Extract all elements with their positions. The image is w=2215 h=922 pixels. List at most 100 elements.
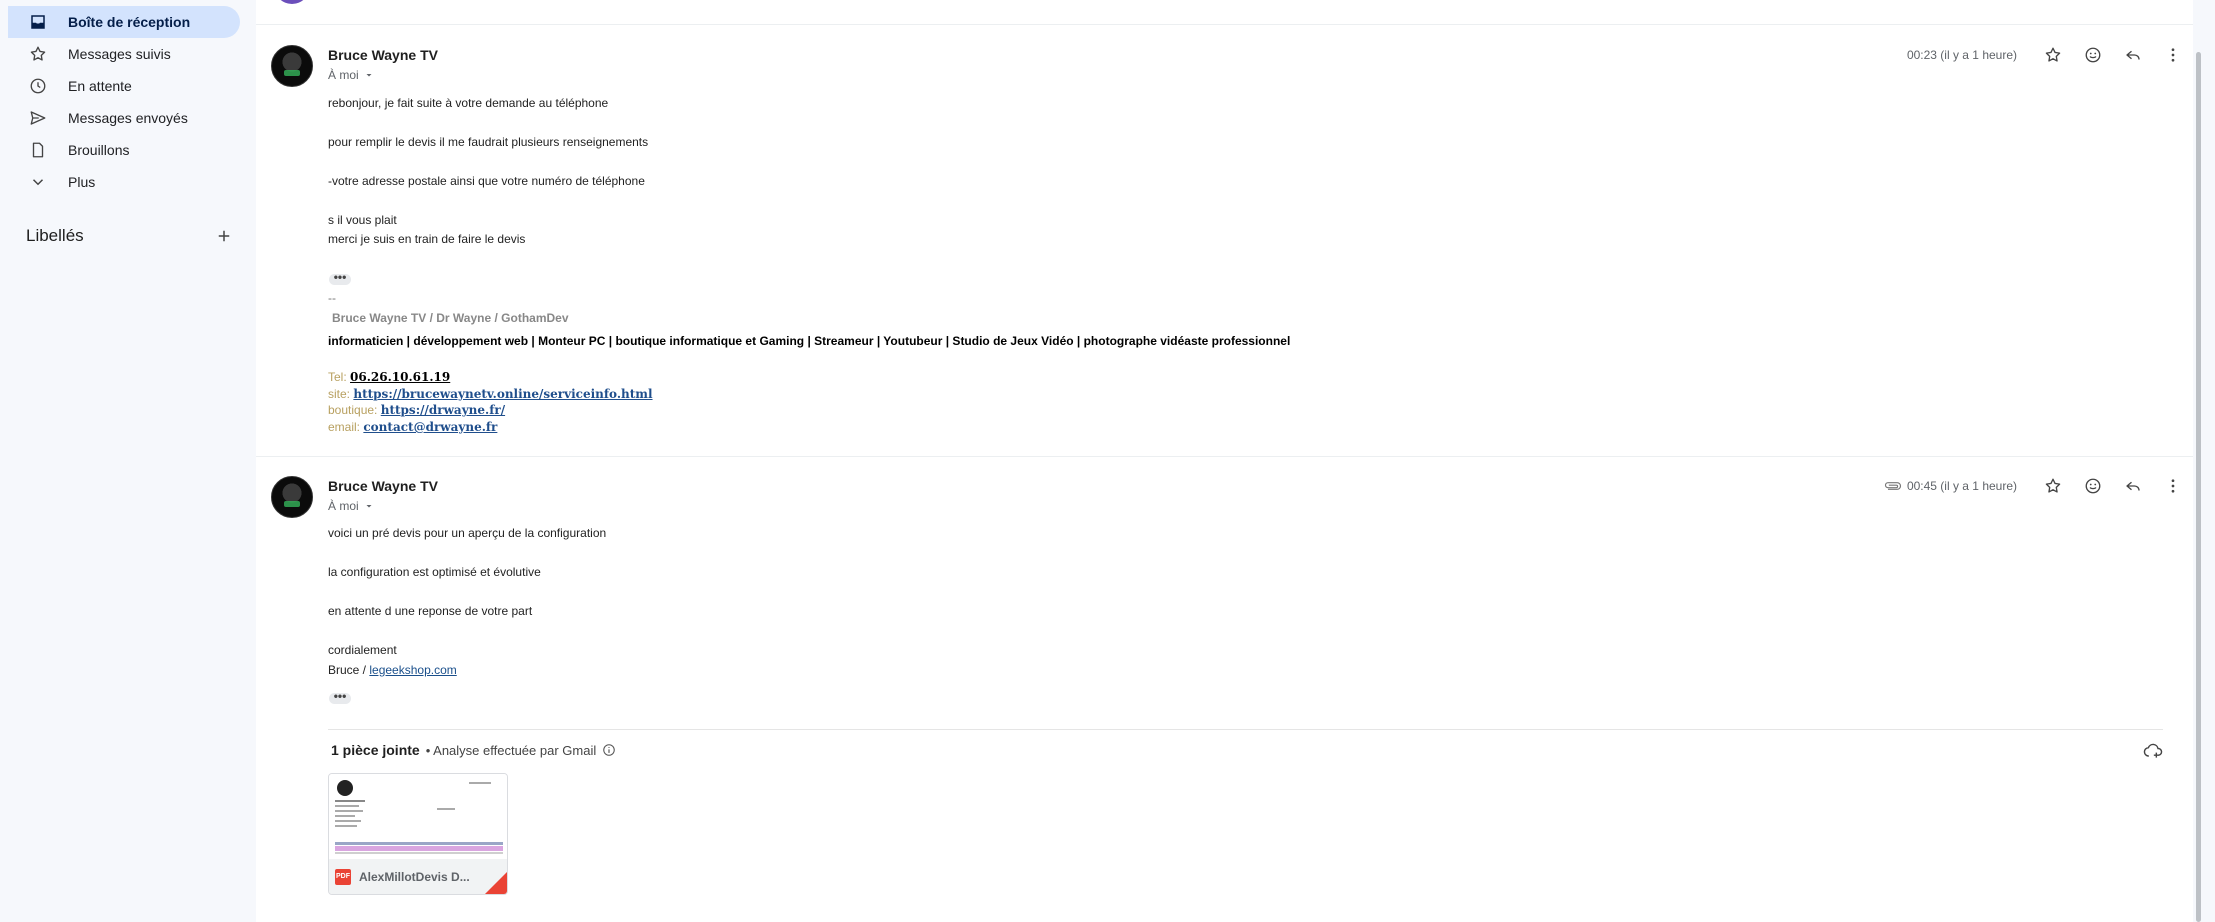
attachment-thumbnail: [329, 774, 507, 859]
recipient-label: À moi: [328, 68, 359, 82]
sidebar-item-label: Brouillons: [68, 142, 130, 158]
save-to-drive-button[interactable]: [2141, 739, 2165, 763]
attachment-count: 1 pièce jointe: [331, 742, 420, 758]
site-link[interactable]: https://brucewaynetv.online/serviceinfo.…: [353, 387, 652, 401]
body-line-signoff: Bruce / legeekshop.com: [328, 663, 457, 677]
body-line: la configuration est optimisé et évoluti…: [328, 565, 541, 579]
labels-title: Libellés: [26, 226, 84, 245]
shop-label: boutique:: [328, 403, 378, 417]
signature-email-row: email: contact@drwayne.fr: [328, 420, 497, 434]
reply-button[interactable]: [2113, 472, 2153, 500]
plus-icon: [218, 230, 230, 242]
chevron-down-icon: [366, 505, 372, 508]
page-fold-decoration: [485, 872, 507, 894]
chevron-down-icon: [28, 172, 48, 192]
signature-dash: --: [328, 291, 336, 305]
sidebar-item-label: Messages envoyés: [68, 110, 188, 126]
signature-site-row: site: https://brucewaynetv.online/servic…: [328, 387, 653, 401]
sidebar-item-more[interactable]: Plus: [8, 166, 240, 198]
more-vert-icon: [2171, 479, 2175, 493]
body-line: -votre adresse postale ainsi que votre n…: [328, 174, 645, 188]
show-trimmed-content-button[interactable]: •••: [329, 690, 351, 704]
star-icon: [28, 44, 48, 64]
sidebar-item-label: Boîte de réception: [68, 14, 191, 30]
more-options-button[interactable]: [2153, 472, 2193, 500]
emoji-reaction-button[interactable]: [2073, 472, 2113, 500]
reply-icon: [2126, 50, 2140, 60]
reply-button[interactable]: [2113, 41, 2153, 69]
body-line: merci je suis en train de faire le devis: [328, 232, 526, 246]
attachment-icon: [1883, 479, 1903, 493]
attachment-footer: PDF AlexMillotDevis D...: [329, 859, 507, 894]
tel-link[interactable]: 06.26.10.61.19: [350, 370, 450, 384]
sidebar-item-snoozed[interactable]: En attente: [8, 70, 240, 102]
recipient-label: À moi: [328, 499, 359, 513]
emoji-icon: [2085, 47, 2101, 63]
signature-name: Bruce Wayne TV / Dr Wayne / GothamDev: [332, 311, 569, 325]
attachment-filename: AlexMillotDevis D...: [359, 869, 470, 884]
inbox-icon: [28, 12, 48, 32]
star-button[interactable]: [2033, 41, 2073, 69]
signature-shop-row: boutique: https://drwayne.fr/: [328, 403, 505, 417]
scrollbar-thumb[interactable]: [2196, 52, 2201, 922]
body-line: s il vous plait: [328, 213, 397, 227]
star-button[interactable]: [2033, 472, 2073, 500]
star-icon: [2045, 478, 2061, 493]
draft-icon: [28, 140, 48, 160]
avatar: [271, 45, 313, 87]
sidebar-item-drafts[interactable]: Brouillons: [8, 134, 240, 166]
sender-name[interactable]: Bruce Wayne TV: [328, 478, 438, 494]
more-vert-icon: [2171, 48, 2175, 62]
clock-icon: [28, 76, 48, 96]
chevron-down-icon: [366, 74, 372, 77]
shop-link[interactable]: https://drwayne.fr/: [381, 403, 505, 417]
conversation-panel: Bruce Wayne TV À moi 00:23 (il y a 1 heu…: [256, 0, 2193, 922]
sidebar: Boîte de réception Messages suivis En at…: [0, 0, 255, 922]
info-icon[interactable]: [602, 743, 616, 757]
message-time[interactable]: 00:45 (il y a 1 heure): [1907, 479, 2017, 493]
avatar: [271, 476, 313, 518]
message-actions: 00:23 (il y a 1 heure): [1907, 41, 2193, 69]
message-time[interactable]: 00:23 (il y a 1 heure): [1907, 48, 2017, 62]
recipient-details[interactable]: À moi: [328, 68, 375, 82]
body-line: rebonjour, je fait suite à votre demande…: [328, 96, 609, 110]
message-divider: [256, 456, 2193, 457]
tel-label: Tel:: [328, 370, 347, 384]
shop-link[interactable]: legeekshop.com: [369, 663, 456, 677]
email-link[interactable]: contact@drwayne.fr: [363, 420, 497, 434]
send-icon: [28, 108, 48, 128]
attachment-separator: [328, 729, 2163, 730]
signature-tel-row: Tel: 06.26.10.61.19: [328, 370, 450, 384]
sender-name[interactable]: Bruce Wayne TV: [328, 47, 438, 63]
sidebar-item-label: Messages suivis: [68, 46, 171, 62]
sidebar-item-label: En attente: [68, 78, 132, 94]
recipient-details[interactable]: À moi: [328, 499, 375, 513]
attachment-card[interactable]: PDF AlexMillotDevis D...: [328, 773, 508, 895]
emoji-icon: [2085, 478, 2101, 494]
more-options-button[interactable]: [2153, 41, 2193, 69]
signoff-text: Bruce /: [328, 663, 370, 677]
email-label: email:: [328, 420, 361, 434]
scrollbar[interactable]: [2193, 0, 2215, 922]
body-line: cordialement: [328, 643, 397, 657]
add-to-drive-icon: [2143, 743, 2163, 758]
add-label-button[interactable]: [212, 224, 236, 248]
attachments-header: 1 pièce jointe • Analyse effectuée par G…: [331, 742, 616, 758]
reply-icon: [2126, 481, 2140, 491]
star-icon: [2045, 47, 2061, 62]
emoji-reaction-button[interactable]: [2073, 41, 2113, 69]
sidebar-item-sent[interactable]: Messages envoyés: [8, 102, 240, 134]
body-line: en attente d une reponse de votre part: [328, 604, 533, 618]
avatar: [274, 0, 310, 4]
sidebar-item-starred[interactable]: Messages suivis: [8, 38, 240, 70]
show-trimmed-content-button[interactable]: •••: [329, 271, 351, 285]
scan-status: • Analyse effectuée par Gmail: [425, 742, 597, 758]
message-actions: 00:45 (il y a 1 heure): [1883, 472, 2193, 500]
sidebar-item-label: Plus: [68, 174, 96, 190]
previous-message-strip[interactable]: [256, 0, 2193, 25]
pdf-icon: PDF: [335, 868, 351, 885]
site-label: site:: [328, 387, 351, 401]
body-line: voici un pré devis pour un aperçu de la …: [328, 526, 607, 540]
sidebar-item-inbox[interactable]: Boîte de réception: [8, 6, 240, 38]
labels-section-header: Libellés: [26, 224, 236, 248]
